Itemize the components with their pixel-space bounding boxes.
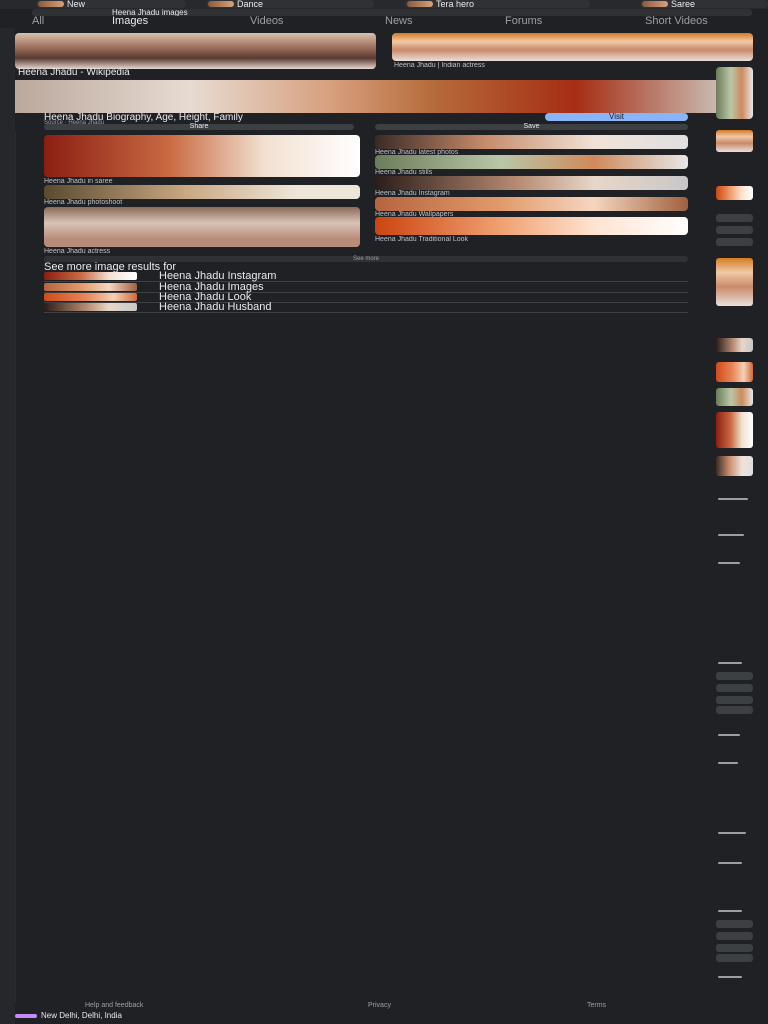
chip-label: Saree	[671, 0, 696, 8]
related-image[interactable]	[375, 217, 688, 235]
image-caption-edge	[718, 832, 746, 834]
related-image-caption: Heena Jhadu in saree	[44, 178, 113, 185]
image-result-edge[interactable]	[716, 412, 753, 448]
image-result-edge[interactable]	[716, 338, 753, 352]
chip-label: Dance	[237, 0, 264, 8]
image-result-placeholder	[716, 932, 753, 940]
related-image-caption: Heena Jhadu photoshoot	[44, 199, 123, 206]
share-button[interactable]: Share	[44, 123, 354, 130]
image-result-placeholder	[716, 696, 753, 704]
image-result-edge[interactable]	[716, 388, 753, 406]
left-margin	[0, 28, 15, 1024]
image-caption: Heena Jhadu | Indian actress	[394, 62, 485, 69]
image-result-placeholder	[716, 920, 753, 928]
chip-thumbnail	[407, 1, 433, 7]
chip-new[interactable]: New	[36, 0, 186, 8]
image-caption-edge	[718, 862, 742, 864]
image-result-placeholder	[716, 954, 753, 962]
image-caption-edge	[718, 662, 742, 664]
related-image-caption: Heena Jhadu actress	[44, 248, 111, 255]
related-search-thumbnail	[44, 293, 137, 301]
preview-image[interactable]	[15, 80, 716, 113]
related-image[interactable]	[44, 135, 360, 177]
visit-button[interactable]: Visit	[545, 113, 688, 121]
footer-privacy-link[interactable]: Privacy	[368, 1002, 391, 1010]
image-result-placeholder	[716, 684, 753, 692]
image-result-edge[interactable]	[716, 258, 753, 306]
tab-news[interactable]: News	[385, 16, 413, 27]
related-image[interactable]	[375, 176, 688, 190]
image-caption-edge	[718, 976, 742, 978]
footer-links: Help and feedback Privacy Terms	[15, 1002, 716, 1010]
search-tabs: All Images Videos News Forums Short Vide…	[0, 16, 768, 44]
related-search-item[interactable]: Heena Jhadu Husband	[44, 302, 688, 313]
image-result-edge[interactable]	[716, 130, 753, 152]
related-search-label: Heena Jhadu Husband	[159, 301, 272, 313]
related-image[interactable]	[375, 197, 688, 211]
footer-location: New Delhi, Delhi, India	[15, 1012, 415, 1020]
image-result-placeholder	[716, 238, 753, 246]
image-result-placeholder	[716, 672, 753, 680]
related-image-caption: Heena Jhadu Traditional Look	[375, 236, 469, 243]
image-result-placeholder	[716, 944, 753, 952]
image-result-placeholder	[716, 226, 753, 234]
image-caption-edge	[718, 762, 738, 764]
related-image[interactable]	[44, 185, 360, 199]
chip-tera-hero[interactable]: Tera hero	[405, 0, 590, 8]
chip-thumbnail	[642, 1, 668, 7]
image-caption-edge	[718, 910, 742, 912]
tab-forums[interactable]: Forums	[505, 16, 542, 27]
location-text: New Delhi, Delhi, India	[41, 1011, 122, 1020]
image-caption-edge	[718, 562, 740, 564]
tab-short-videos[interactable]: Short Videos	[645, 16, 708, 27]
related-search-thumbnail	[44, 303, 137, 311]
chip-thumbnail	[38, 1, 64, 7]
image-caption-edge	[718, 534, 744, 536]
chip-dance[interactable]: Dance	[206, 0, 374, 8]
related-image[interactable]	[375, 155, 688, 169]
image-result-edge[interactable]	[716, 67, 753, 119]
tab-videos[interactable]: Videos	[250, 16, 283, 27]
related-chips-bar: New Dance Tera hero Saree	[0, 0, 768, 9]
save-button[interactable]: Save	[375, 123, 688, 130]
chip-saree[interactable]: Saree	[640, 0, 768, 8]
related-image-caption: Heena Jhadu Instagram	[375, 190, 450, 197]
chip-label: New	[67, 0, 86, 8]
related-image-caption: Heena Jhadu stills	[375, 169, 433, 176]
related-search-item[interactable]: Heena Jhadu Instagram	[44, 271, 688, 282]
related-image[interactable]	[375, 135, 688, 149]
image-result-edge[interactable]	[716, 186, 753, 200]
related-search-thumbnail	[44, 272, 137, 280]
chip-label: Tera hero	[436, 0, 475, 8]
image-result-top-right[interactable]	[392, 33, 753, 61]
tab-all[interactable]: All	[32, 16, 44, 27]
tab-images[interactable]: Images	[112, 16, 148, 27]
related-search-thumbnail	[44, 283, 137, 291]
related-image[interactable]	[44, 207, 360, 247]
image-caption: Heena Jhadu - Wikipedia	[18, 68, 130, 77]
image-result-placeholder	[716, 214, 753, 222]
related-search-label: Heena Jhadu Instagram	[159, 270, 277, 282]
image-result-edge[interactable]	[716, 456, 753, 476]
chip-thumbnail	[208, 1, 234, 7]
image-result-top-left[interactable]	[15, 33, 376, 69]
footer-help-link[interactable]: Help and feedback	[85, 1002, 143, 1010]
image-caption-edge	[718, 498, 748, 500]
location-dot-icon	[15, 1013, 37, 1018]
footer-terms-link[interactable]: Terms	[587, 1002, 606, 1010]
image-result-edge[interactable]	[716, 362, 753, 382]
image-caption-edge	[718, 734, 740, 736]
image-result-placeholder	[716, 706, 753, 714]
